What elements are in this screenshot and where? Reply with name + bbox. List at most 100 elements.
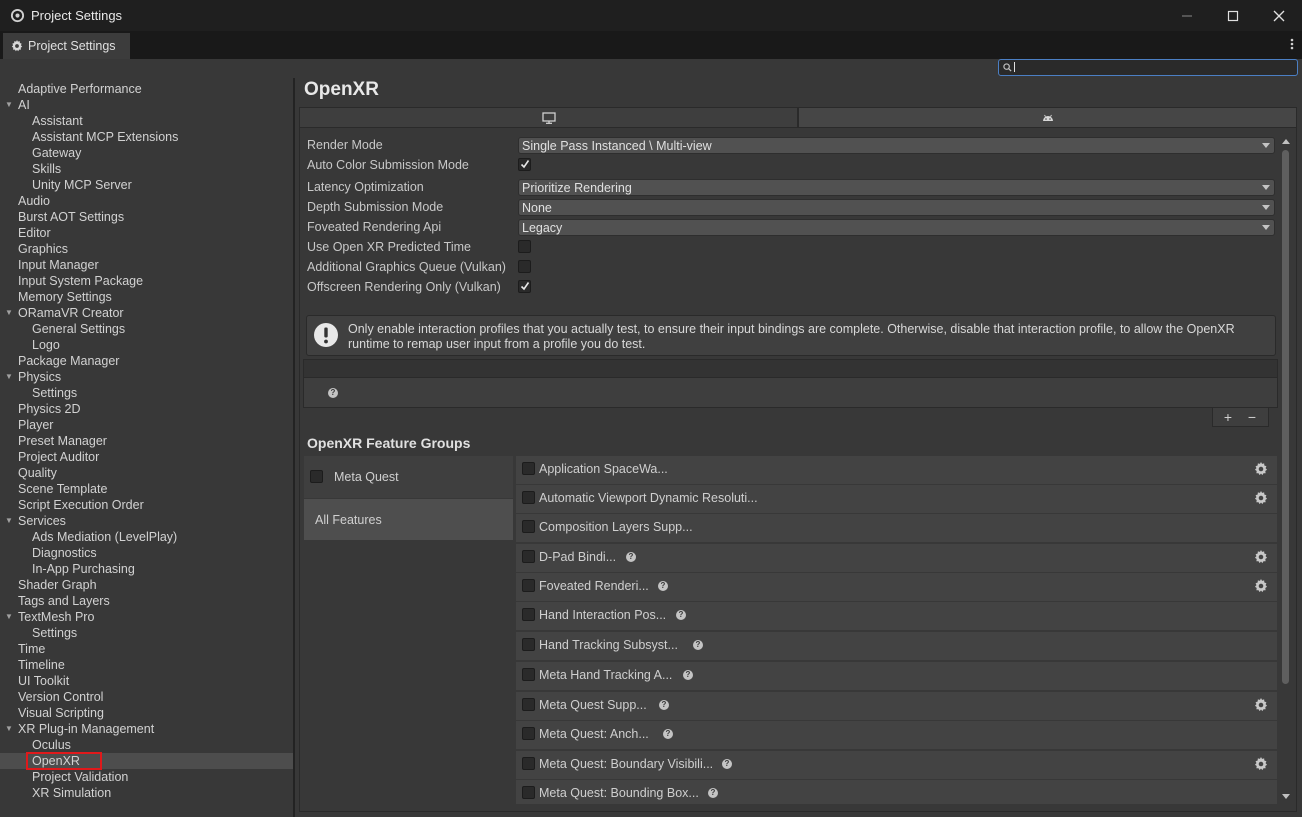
- sidebar-item-gateway[interactable]: Gateway: [0, 145, 293, 161]
- remove-profile-button[interactable]: −: [1241, 408, 1263, 425]
- foveated-rendering-api-dropdown[interactable]: Legacy: [518, 219, 1275, 236]
- more-options-icon[interactable]: [1290, 37, 1294, 51]
- latency-optimization-dropdown[interactable]: Prioritize Rendering: [518, 179, 1275, 196]
- sidebar-item-in-app-purchasing[interactable]: In-App Purchasing: [0, 561, 293, 577]
- help-icon[interactable]: ?: [659, 700, 669, 710]
- sidebar-item-audio[interactable]: Audio: [0, 193, 293, 209]
- sidebar-item-ui-toolkit[interactable]: UI Toolkit: [0, 673, 293, 689]
- feature-row-meta-quest-anch[interactable]: Meta Quest: Anch...?: [516, 721, 1277, 749]
- meta-quest-group-checkbox[interactable]: [310, 470, 323, 483]
- feature-checkbox[interactable]: [522, 520, 535, 533]
- sidebar-item-xr-simulation[interactable]: XR Simulation: [0, 785, 293, 801]
- scrollbar-thumb[interactable]: [1282, 150, 1289, 684]
- feature-row-meta-quest-supp[interactable]: Meta Quest Supp...?: [516, 692, 1277, 720]
- tab-project-settings[interactable]: Project Settings: [3, 33, 130, 59]
- sidebar-item-version-control[interactable]: Version Control: [0, 689, 293, 705]
- sidebar-item-script-execution-order[interactable]: Script Execution Order: [0, 497, 293, 513]
- sidebar-item-adaptive-performance[interactable]: Adaptive Performance: [0, 81, 293, 97]
- group-meta-quest[interactable]: Meta Quest: [304, 456, 513, 498]
- feature-row-foveated-renderi[interactable]: Foveated Renderi...?: [516, 573, 1277, 601]
- feature-row-meta-hand-tracking-a[interactable]: Meta Hand Tracking A...?: [516, 662, 1277, 690]
- sidebar-item-burst-aot-settings[interactable]: Burst AOT Settings: [0, 209, 293, 225]
- sidebar-item-timeline[interactable]: Timeline: [0, 657, 293, 673]
- expand-arrow-icon[interactable]: ▼: [5, 609, 13, 625]
- help-icon[interactable]: ?: [708, 788, 718, 798]
- feature-checkbox[interactable]: [522, 668, 535, 681]
- help-icon[interactable]: ?: [658, 581, 668, 591]
- expand-arrow-icon[interactable]: ▼: [5, 513, 13, 529]
- feature-row-composition-layers-supp[interactable]: Composition Layers Supp...: [516, 514, 1277, 542]
- sidebar-item-logo[interactable]: Logo: [0, 337, 293, 353]
- sidebar-item-tags-and-layers[interactable]: Tags and Layers: [0, 593, 293, 609]
- help-icon[interactable]: ?: [676, 610, 686, 620]
- expand-arrow-icon[interactable]: ▼: [5, 305, 13, 321]
- sidebar-item-settings[interactable]: Settings: [0, 385, 293, 401]
- sidebar-item-project-validation[interactable]: Project Validation: [0, 769, 293, 785]
- auto-color-submission-mode-checkbox[interactable]: [518, 158, 531, 171]
- sidebar-item-graphics[interactable]: Graphics: [0, 241, 293, 257]
- sidebar-item-shader-graph[interactable]: Shader Graph: [0, 577, 293, 593]
- help-icon[interactable]: ?: [328, 388, 338, 398]
- gear-icon[interactable]: [1254, 491, 1268, 505]
- help-icon[interactable]: ?: [722, 759, 732, 769]
- feature-row-d-pad-bindi[interactable]: D-Pad Bindi...?: [516, 544, 1277, 572]
- render-mode-dropdown[interactable]: Single Pass Instanced \ Multi-view: [518, 137, 1275, 154]
- sidebar-item-preset-manager[interactable]: Preset Manager: [0, 433, 293, 449]
- sidebar-item-physics-2d[interactable]: Physics 2D: [0, 401, 293, 417]
- feature-checkbox[interactable]: [522, 491, 535, 504]
- feature-checkbox[interactable]: [522, 698, 535, 711]
- sidebar-item-textmesh-pro[interactable]: ▼ TextMesh Pro: [0, 609, 293, 625]
- gear-icon[interactable]: [1254, 757, 1268, 771]
- help-icon[interactable]: ?: [693, 640, 703, 650]
- sidebar-item-package-manager[interactable]: Package Manager: [0, 353, 293, 369]
- minimize-button[interactable]: [1164, 0, 1210, 31]
- feature-checkbox[interactable]: [522, 462, 535, 475]
- close-button[interactable]: [1256, 0, 1302, 31]
- sidebar-item-unity-mcp-server[interactable]: Unity MCP Server: [0, 177, 293, 193]
- depth-submission-mode-dropdown[interactable]: None: [518, 199, 1275, 216]
- additional-graphics-queue-vulkan-checkbox[interactable]: [518, 260, 531, 273]
- feature-checkbox[interactable]: [522, 638, 535, 651]
- sidebar-item-memory-settings[interactable]: Memory Settings: [0, 289, 293, 305]
- scroll-up-icon[interactable]: [1282, 138, 1290, 144]
- help-icon[interactable]: ?: [683, 670, 693, 680]
- tab-standalone[interactable]: [299, 107, 798, 128]
- feature-row-automatic-viewport-dynamic-resoluti[interactable]: Automatic Viewport Dynamic Resoluti...: [516, 485, 1277, 513]
- expand-arrow-icon[interactable]: ▼: [5, 369, 13, 385]
- sidebar-item-assistant-mcp-extensions[interactable]: Assistant MCP Extensions: [0, 129, 293, 145]
- tab-android[interactable]: [798, 107, 1297, 128]
- sidebar-item-xr-plug-in-management[interactable]: ▼ XR Plug-in Management: [0, 721, 293, 737]
- feature-row-meta-quest-boundary-visibili[interactable]: Meta Quest: Boundary Visibili...?: [516, 751, 1277, 779]
- expand-arrow-icon[interactable]: ▼: [5, 97, 13, 113]
- search-field[interactable]: [998, 59, 1298, 76]
- gear-icon[interactable]: [1254, 550, 1268, 564]
- group-all-features[interactable]: All Features: [304, 499, 513, 540]
- feature-checkbox[interactable]: [522, 757, 535, 770]
- sidebar-item-scene-template[interactable]: Scene Template: [0, 481, 293, 497]
- expand-arrow-icon[interactable]: ▼: [5, 721, 13, 737]
- feature-checkbox[interactable]: [522, 727, 535, 740]
- sidebar-item-diagnostics[interactable]: Diagnostics: [0, 545, 293, 561]
- sidebar-item-editor[interactable]: Editor: [0, 225, 293, 241]
- scroll-down-icon[interactable]: [1282, 794, 1290, 800]
- sidebar-item-time[interactable]: Time: [0, 641, 293, 657]
- feature-row-application-spacewa[interactable]: Application SpaceWa...: [516, 456, 1277, 484]
- sidebar-item-general-settings[interactable]: General Settings: [0, 321, 293, 337]
- sidebar-item-input-manager[interactable]: Input Manager: [0, 257, 293, 273]
- sidebar-item-settings[interactable]: Settings: [0, 625, 293, 641]
- gear-icon[interactable]: [1254, 579, 1268, 593]
- feature-row-hand-interaction-pos[interactable]: Hand Interaction Pos...?: [516, 602, 1277, 630]
- gear-icon[interactable]: [1254, 698, 1268, 712]
- sidebar-item-oramavr-creator[interactable]: ▼ ORamaVR Creator: [0, 305, 293, 321]
- sidebar-item-physics[interactable]: ▼ Physics: [0, 369, 293, 385]
- gear-icon[interactable]: [1254, 462, 1268, 476]
- vertical-scrollbar[interactable]: [1280, 136, 1292, 806]
- maximize-button[interactable]: [1210, 0, 1256, 31]
- sidebar-item-ai[interactable]: ▼ AI: [0, 97, 293, 113]
- add-profile-button[interactable]: +: [1217, 408, 1239, 425]
- sidebar-item-player[interactable]: Player: [0, 417, 293, 433]
- sidebar-item-services[interactable]: ▼ Services: [0, 513, 293, 529]
- sidebar-item-project-auditor[interactable]: Project Auditor: [0, 449, 293, 465]
- feature-row-meta-quest-bounding-box[interactable]: Meta Quest: Bounding Box...?: [516, 780, 1277, 804]
- feature-checkbox[interactable]: [522, 579, 535, 592]
